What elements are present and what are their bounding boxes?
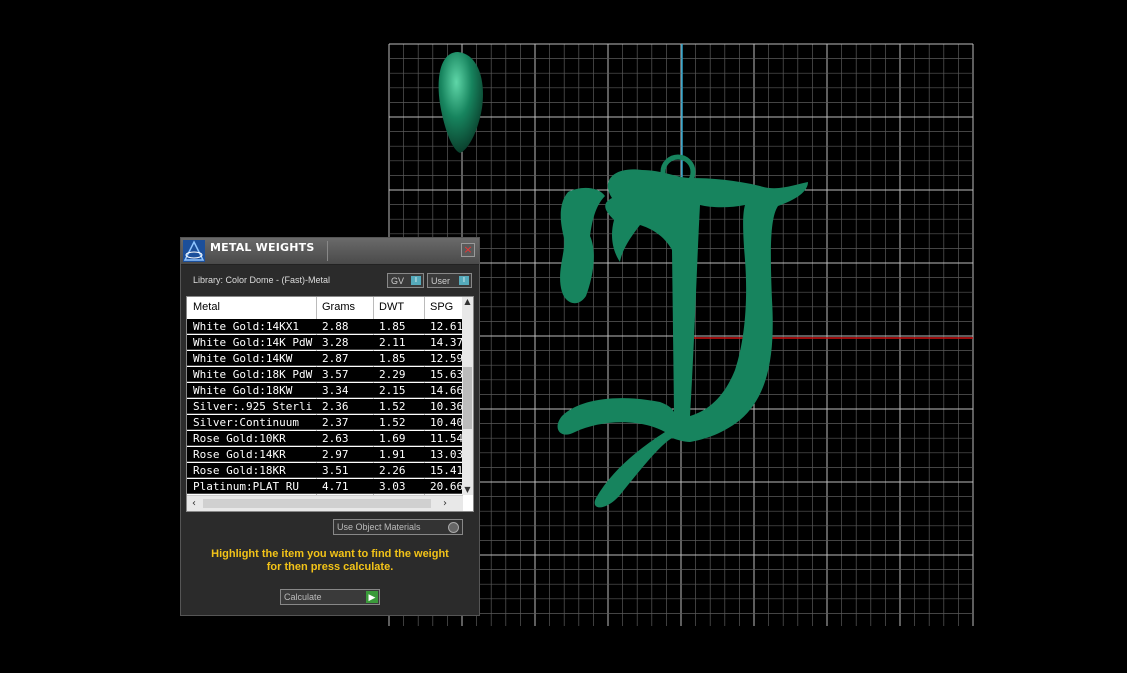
cell-dwt: 2.26 xyxy=(379,464,406,477)
column-header-dwt[interactable]: DWT xyxy=(379,301,404,313)
table-row[interactable]: Silver:.925 Sterling 2.36 1.52 10.36 xyxy=(187,399,463,414)
cell-metal: Rose Gold:14KR xyxy=(193,448,286,461)
cell-spg: 10.36 xyxy=(430,400,463,413)
cell-spg: 14.66 xyxy=(430,384,463,397)
cell-metal: Platinum:PLAT RU xyxy=(193,480,299,493)
calculate-button[interactable]: Calculate ▶ xyxy=(280,589,380,605)
scroll-right-icon[interactable]: › xyxy=(439,497,451,510)
instruction-line-1: Highlight the item you want to find the … xyxy=(211,548,449,560)
horizontal-scrollbar[interactable]: ‹ › xyxy=(187,495,463,511)
cell-dwt: 3.03 xyxy=(379,480,406,493)
cell-grams: 2.87 xyxy=(322,352,349,365)
metal-table[interactable]: Metal Grams DWT SPG White Gold:14KX1 2.88… xyxy=(186,296,474,512)
table-row[interactable]: White Gold:14KX1 2.88 1.85 12.61 xyxy=(187,319,463,334)
panel-title: METAL WEIGHTS xyxy=(210,241,315,254)
radio-icon[interactable] xyxy=(448,522,459,533)
instruction-text: Highlight the item you want to find the … xyxy=(181,548,479,574)
cell-dwt: 1.52 xyxy=(379,400,406,413)
cell-grams: 4.71 xyxy=(322,480,349,493)
panel-titlebar[interactable]: METAL WEIGHTS × xyxy=(181,238,479,265)
horizontal-scroll-thumb[interactable] xyxy=(203,499,431,508)
cell-grams: 2.37 xyxy=(322,416,349,429)
table-row[interactable]: Platinum:PLAT RU 4.71 3.03 20.66 xyxy=(187,479,463,494)
cell-spg: 15.41 xyxy=(430,464,463,477)
cell-dwt: 2.15 xyxy=(379,384,406,397)
cell-grams: 3.57 xyxy=(322,368,349,381)
cell-grams: 2.88 xyxy=(322,320,349,333)
metal-weights-panel: METAL WEIGHTS × Library: Color Dome - (F… xyxy=(180,237,480,616)
cell-metal: Rose Gold:10KR xyxy=(193,432,286,445)
cell-grams: 2.63 xyxy=(322,432,349,445)
scroll-up-icon[interactable]: ▲ xyxy=(462,297,473,307)
user-toggle-label: User xyxy=(431,276,451,286)
table-row[interactable]: Rose Gold:14KR 2.97 1.91 13.03 xyxy=(187,447,463,462)
table-row[interactable]: White Gold:14KW 2.87 1.85 12.59 xyxy=(187,351,463,366)
app-logo-icon xyxy=(183,240,205,262)
cell-grams: 3.34 xyxy=(322,384,349,397)
cell-dwt: 1.85 xyxy=(379,352,406,365)
cell-grams: 2.97 xyxy=(322,448,349,461)
instruction-line-2: for then press calculate. xyxy=(266,561,394,573)
cell-dwt: 2.29 xyxy=(379,368,406,381)
cell-spg: 10.40 xyxy=(430,416,463,429)
column-header-metal[interactable]: Metal xyxy=(193,301,220,313)
scroll-down-icon[interactable]: ▼ xyxy=(462,485,473,495)
gv-toggle[interactable]: GV I xyxy=(387,273,424,288)
cell-spg: 11.54 xyxy=(430,432,463,445)
cell-grams: 3.28 xyxy=(322,336,349,349)
cell-metal: White Gold:14KW xyxy=(193,352,293,365)
table-row[interactable]: White Gold:14K PdW 3.28 2.11 14.37 xyxy=(187,335,463,350)
cell-dwt: 1.85 xyxy=(379,320,406,333)
cell-dwt: 2.11 xyxy=(379,336,406,349)
column-header-grams[interactable]: Grams xyxy=(322,301,355,313)
cell-grams: 2.36 xyxy=(322,400,349,413)
use-object-materials-label: Use Object Materials xyxy=(337,522,421,532)
toggle-indicator-icon: I xyxy=(459,276,469,285)
cell-spg: 20.66 xyxy=(430,480,463,493)
toggle-indicator-icon: I xyxy=(411,276,421,285)
cell-dwt: 1.52 xyxy=(379,416,406,429)
vertical-scroll-thumb[interactable] xyxy=(463,367,472,429)
vertical-scrollbar[interactable]: ▲ ▼ xyxy=(462,297,473,495)
cell-metal: White Gold:14K PdW xyxy=(193,336,313,349)
viewport-canvas[interactable] xyxy=(0,0,1127,673)
cell-metal: Silver:.925 Sterling xyxy=(193,400,313,413)
close-icon[interactable]: × xyxy=(461,243,475,257)
gv-toggle-label: GV xyxy=(391,276,405,286)
user-toggle[interactable]: User I xyxy=(427,273,472,288)
cell-metal: White Gold:14KX1 xyxy=(193,320,299,333)
table-header: Metal Grams DWT SPG xyxy=(187,297,463,319)
calculate-label: Calculate xyxy=(284,592,322,602)
titlebar-divider xyxy=(327,241,328,261)
table-row[interactable]: White Gold:18K PdW 3.57 2.29 15.63 xyxy=(187,367,463,382)
cell-spg: 12.59 xyxy=(430,352,463,365)
table-row[interactable]: White Gold:18KW 3.34 2.15 14.66 xyxy=(187,383,463,398)
use-object-materials-option[interactable]: Use Object Materials xyxy=(333,519,463,535)
table-row[interactable]: Silver:Continuum 2.37 1.52 10.40 xyxy=(187,415,463,430)
table-row[interactable]: Rose Gold:18KR 3.51 2.26 15.41 xyxy=(187,463,463,478)
table-row[interactable]: Rose Gold:10KR 2.63 1.69 11.54 xyxy=(187,431,463,446)
scroll-left-icon[interactable]: ‹ xyxy=(188,497,200,510)
letter-d-pendant-model[interactable] xyxy=(557,154,808,508)
cell-grams: 3.51 xyxy=(322,464,349,477)
play-arrow-icon[interactable]: ▶ xyxy=(366,591,378,603)
cell-spg: 13.03 xyxy=(430,448,463,461)
cell-spg: 15.63 xyxy=(430,368,463,381)
cell-metal: Silver:Continuum xyxy=(193,416,299,429)
3d-viewport[interactable] xyxy=(0,0,1127,673)
cell-spg: 12.61 xyxy=(430,320,463,333)
library-label: Library: Color Dome - (Fast)-Metal xyxy=(193,275,331,285)
column-header-spg[interactable]: SPG xyxy=(430,301,453,313)
cell-metal: White Gold:18K PdW xyxy=(193,368,313,381)
cell-dwt: 1.69 xyxy=(379,432,406,445)
cell-metal: White Gold:18KW xyxy=(193,384,293,397)
cell-dwt: 1.91 xyxy=(379,448,406,461)
cell-spg: 14.37 xyxy=(430,336,463,349)
cell-metal: Rose Gold:18KR xyxy=(193,464,286,477)
